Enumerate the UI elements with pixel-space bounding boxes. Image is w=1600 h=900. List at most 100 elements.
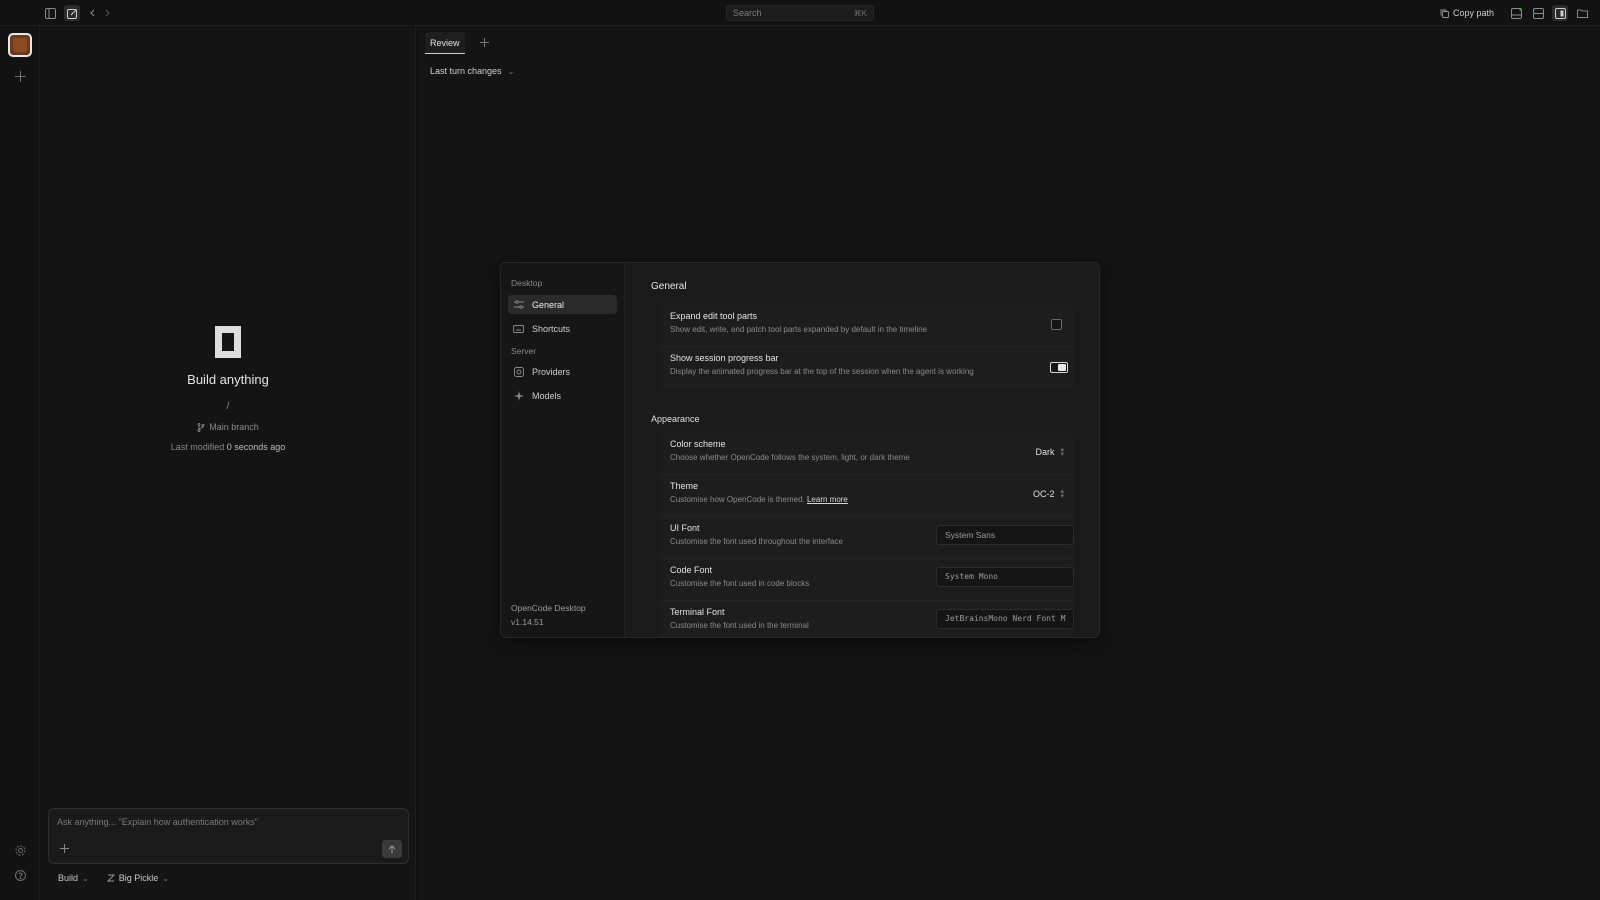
add-tab-icon[interactable]: [477, 35, 491, 49]
setting-color-scheme: Color scheme Choose whether OpenCode fol…: [660, 433, 1074, 475]
color-scheme-select[interactable]: Dark ▴ ▾: [1035, 446, 1064, 458]
agent-select[interactable]: Build ⌄: [58, 873, 89, 883]
setting-terminal-font: Terminal Font Customise the font used in…: [660, 601, 1074, 637]
turn-select-label: Last turn changes: [430, 66, 502, 76]
setting-title: Theme: [670, 481, 699, 491]
select-arrows-icon: ▴ ▾: [1060, 446, 1064, 458]
sidebar-item-label: Models: [532, 390, 562, 401]
settings-dialog: Desktop General Shortcuts Server Provide…: [500, 262, 1100, 638]
sidebar-group-server: Server: [511, 346, 537, 356]
keyboard-icon: [513, 323, 524, 334]
title-bar: Search ⌘K Copy path: [0, 0, 1600, 26]
app-name: OpenCode Desktop: [511, 603, 586, 613]
search-shortcut: ⌘K: [853, 8, 867, 18]
sidebar-toggle-icon[interactable]: [42, 5, 58, 21]
setting-title: Code Font: [670, 565, 713, 575]
setting-description: Customise how OpenCode is themed. Learn …: [670, 495, 848, 504]
setting-theme: Theme Customise how OpenCode is themed. …: [660, 475, 1074, 517]
search-input[interactable]: Search ⌘K: [726, 5, 874, 21]
sidebar-item-providers[interactable]: Providers: [508, 362, 617, 381]
terminal-panel-icon[interactable]: [1508, 5, 1524, 21]
project-rail: [0, 26, 40, 900]
tab-review[interactable]: Review: [425, 32, 465, 54]
terminal-font-input[interactable]: JetBrainsMono Nerd Font M: [936, 609, 1074, 629]
turn-changes-select[interactable]: Last turn changes ⌄: [430, 66, 514, 76]
providers-icon: [513, 366, 524, 377]
prompt-input[interactable]: Ask anything... "Explain how authenticat…: [57, 817, 258, 827]
sidebar-item-label: Shortcuts: [532, 323, 571, 334]
setting-show-session-progress-bar: Show session progress bar Display the an…: [660, 347, 1074, 389]
sidebar-item-general[interactable]: General: [508, 295, 617, 314]
setting-description: Customise the font used throughout the i…: [670, 537, 843, 546]
appearance-heading: Appearance: [651, 414, 700, 424]
sidebar-group-desktop: Desktop: [511, 278, 543, 288]
model-label: Big Pickle: [118, 873, 159, 883]
opencode-logo: [215, 326, 241, 358]
model-select[interactable]: Big Pickle ⌄: [106, 873, 169, 883]
version-number: v1.14.51: [511, 617, 544, 627]
last-modified: Last modified 0 seconds ago: [40, 442, 416, 452]
modified-value: 0 seconds ago: [226, 442, 286, 452]
copy-icon: [1440, 9, 1449, 18]
setting-description: Customise the font used in the terminal: [670, 621, 809, 630]
setting-description: Customise the font used in code blocks: [670, 579, 810, 588]
select-arrows-icon: ▴ ▾: [1060, 488, 1064, 500]
setting-title: Terminal Font: [670, 607, 725, 617]
empty-title: Build anything: [187, 372, 269, 387]
model-icon: [106, 874, 115, 882]
chevron-down-icon: ⌄: [507, 66, 515, 76]
setting-expand-edit-tool-parts: Expand edit tool parts Show edit, write,…: [660, 305, 1074, 347]
setting-title: Expand edit tool parts: [670, 311, 758, 321]
search-placeholder: Search: [733, 8, 762, 18]
setting-title: Show session progress bar: [670, 353, 779, 363]
folder-icon[interactable]: [1574, 5, 1590, 21]
project-path: /: [226, 401, 230, 412]
composer-toolbar: Build ⌄ Big Pickle ⌄: [48, 866, 409, 890]
attach-icon[interactable]: [57, 841, 71, 855]
chevron-down-icon: ⌄: [82, 873, 89, 883]
prompt-composer[interactable]: Ask anything... "Explain how authenticat…: [48, 808, 409, 864]
setting-title: Color scheme: [670, 439, 726, 449]
theme-value: OC-2: [1032, 489, 1055, 499]
add-project-icon[interactable]: [12, 68, 28, 84]
new-session-icon[interactable]: [64, 5, 80, 21]
app-version: OpenCode Desktop v1.14.51: [511, 601, 586, 629]
setting-description: Choose whether OpenCode follows the syst…: [670, 453, 910, 462]
settings-sidebar: Desktop General Shortcuts Server Provide…: [501, 263, 625, 637]
branch-icon: [197, 422, 205, 432]
progress-bar-toggle[interactable]: [1050, 362, 1068, 373]
theme-description: Customise how OpenCode is themed.: [670, 495, 805, 504]
copy-path-label: Copy path: [1453, 8, 1495, 18]
empty-state: Build anything / Main branch Last modifi…: [40, 326, 416, 452]
ui-font-input[interactable]: System Sans: [936, 525, 1074, 545]
branch-label: Main branch: [209, 422, 259, 432]
expand-edit-checkbox[interactable]: [1051, 319, 1062, 330]
sidebar-item-models[interactable]: Models: [508, 386, 617, 405]
forward-icon[interactable]: [99, 5, 115, 21]
gear-icon[interactable]: [12, 842, 28, 858]
setting-description: Display the animated progress bar at the…: [670, 367, 974, 376]
setting-code-font: Code Font Customise the font used in cod…: [660, 559, 1074, 601]
bottom-panel-icon[interactable]: [1530, 5, 1546, 21]
theme-select[interactable]: OC-2 ▴ ▾: [1032, 488, 1064, 500]
session-panel: Build anything / Main branch Last modifi…: [40, 26, 416, 900]
sparkle-icon: [513, 390, 524, 401]
agent-label: Build: [58, 873, 79, 883]
color-scheme-value: Dark: [1035, 447, 1055, 457]
branch-info: Main branch: [40, 422, 416, 432]
project-avatar[interactable]: [8, 33, 32, 57]
review-panel-icon[interactable]: [1552, 5, 1568, 21]
sliders-icon: [513, 299, 524, 310]
chevron-down-icon: ⌄: [162, 873, 169, 883]
send-button[interactable]: [382, 840, 402, 858]
help-icon[interactable]: [12, 867, 28, 883]
copy-path-button[interactable]: Copy path: [1440, 5, 1494, 21]
learn-more-link[interactable]: Learn more: [807, 495, 848, 504]
sidebar-item-label: Providers: [532, 366, 571, 377]
code-font-input[interactable]: System Mono: [936, 567, 1074, 587]
sidebar-item-shortcuts[interactable]: Shortcuts: [508, 319, 617, 338]
modified-prefix: Last modified: [170, 442, 225, 452]
setting-title: UI Font: [670, 523, 700, 533]
settings-content: General Expand edit tool parts Show edit…: [625, 263, 1099, 637]
settings-title: General: [651, 281, 687, 292]
